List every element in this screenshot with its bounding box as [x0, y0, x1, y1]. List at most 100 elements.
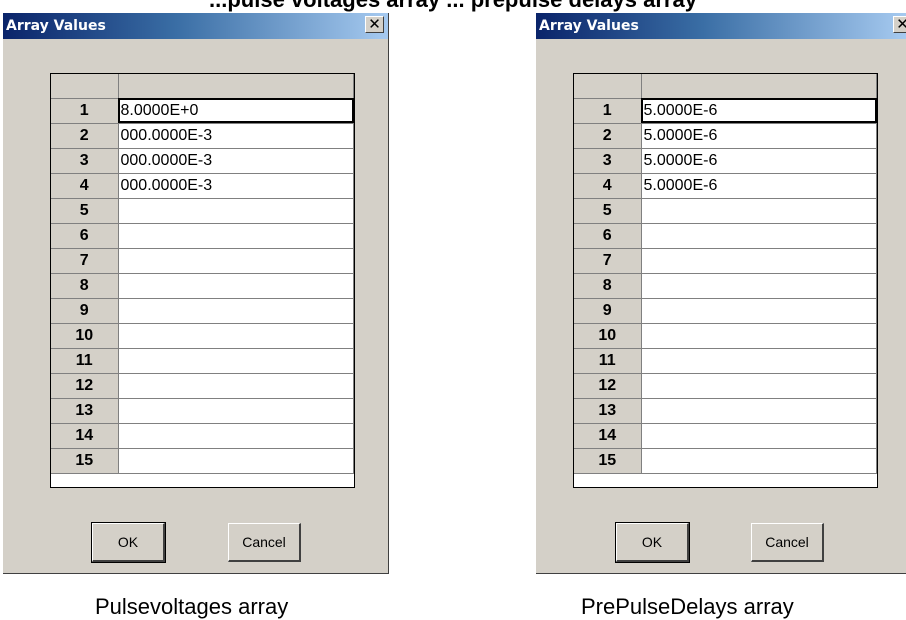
value-cell[interactable]: [641, 398, 877, 424]
row-number-cell: 12: [51, 373, 119, 399]
cancel-button[interactable]: Cancel: [228, 523, 301, 562]
table-row: 9: [574, 298, 877, 324]
value-cell[interactable]: 000.0000E-3: [118, 148, 354, 174]
value-cell[interactable]: [118, 198, 354, 224]
value-cell[interactable]: 5.0000E-6: [641, 173, 877, 199]
table-row: 4 5.0000E-6: [574, 173, 877, 199]
table-row: 7: [574, 248, 877, 274]
row-number-cell: 3: [574, 148, 642, 174]
value-cell[interactable]: 5.0000E-6: [641, 148, 877, 174]
dialog-title: Array Values: [6, 18, 106, 34]
value-cell[interactable]: [118, 373, 354, 399]
cropped-heading-text: ...pulse voltages array ... prepulse del…: [0, 0, 906, 13]
row-number-cell: 10: [574, 323, 642, 349]
table-row: 7: [51, 248, 354, 274]
row-number-cell: 11: [51, 348, 119, 374]
value-cell[interactable]: [118, 298, 354, 324]
row-number-cell: 15: [51, 448, 119, 474]
row-number-cell: 6: [574, 223, 642, 249]
table-row: 3 5.0000E-6: [574, 148, 877, 174]
value-cell[interactable]: 000.0000E-3: [118, 123, 354, 149]
cancel-button[interactable]: Cancel: [751, 523, 824, 562]
value-cell[interactable]: [118, 273, 354, 299]
row-number-cell: 8: [574, 273, 642, 299]
value-cell[interactable]: [118, 223, 354, 249]
row-number-cell: 13: [51, 398, 119, 424]
dialog-titlebar[interactable]: Array Values: [536, 13, 906, 39]
table-row: 5: [51, 198, 354, 224]
row-number-cell: 1: [574, 98, 642, 124]
table-row: 2 000.0000E-3: [51, 123, 354, 149]
table-row: 10: [51, 323, 354, 349]
table-row: 8: [574, 273, 877, 299]
value-cell[interactable]: [641, 273, 877, 299]
value-cell[interactable]: 5.0000E-6: [641, 98, 877, 124]
table-row: 13: [574, 398, 877, 424]
value-cell[interactable]: [641, 198, 877, 224]
table-row: 12: [574, 373, 877, 399]
value-cell[interactable]: [641, 423, 877, 449]
table-row: 15: [574, 448, 877, 474]
value-cell[interactable]: [641, 323, 877, 349]
row-number-cell: 10: [51, 323, 119, 349]
row-number-cell: 5: [574, 198, 642, 224]
value-cell[interactable]: [641, 248, 877, 274]
value-cell[interactable]: 000.0000E-3: [118, 173, 354, 199]
value-cell[interactable]: [118, 348, 354, 374]
array-grid: 1 5.0000E-6 2 5.0000E-6 3 5.0000E-6 4 5.0000E-6…: [573, 73, 878, 488]
table-row: 11: [574, 348, 877, 374]
array-table: 1 5.0000E-6 2 5.0000E-6 3 5.0000E-6 4 5.0000E-6…: [574, 74, 877, 474]
dialog-title: Array Values: [539, 18, 639, 34]
table-row: 6: [574, 223, 877, 249]
table-row: 11: [51, 348, 354, 374]
value-cell[interactable]: [118, 398, 354, 424]
table-row: 5: [574, 198, 877, 224]
value-cell[interactable]: 8.0000E+0: [118, 98, 354, 124]
table-row: 3 000.0000E-3: [51, 148, 354, 174]
table-row: 8: [51, 273, 354, 299]
value-cell[interactable]: [641, 298, 877, 324]
caption-prepulsedelays: PrePulseDelays array: [581, 594, 794, 619]
table-row: 4 000.0000E-3: [51, 173, 354, 199]
caption-pulsevoltages: Pulsevoltages array: [95, 594, 289, 619]
array-values-dialog-prepulsedelays: Array Values ✕ 15.0000E-625.0000E-635.00…: [536, 13, 906, 574]
close-icon[interactable]: ✕: [893, 16, 906, 33]
column-header-cell[interactable]: [118, 74, 354, 99]
dialog-titlebar[interactable]: Array Values: [3, 13, 388, 39]
table-row: 15: [51, 448, 354, 474]
table-row: 14: [51, 423, 354, 449]
value-cell[interactable]: [641, 223, 877, 249]
table-row: 1 8.0000E+0: [51, 98, 354, 124]
column-header-cell[interactable]: [641, 74, 877, 99]
value-cell[interactable]: [118, 323, 354, 349]
array-grid: 1 8.0000E+0 2 000.0000E-3 3 000.0000E-3 4 000.0…: [50, 73, 355, 488]
table-row: 2 5.0000E-6: [574, 123, 877, 149]
ok-button[interactable]: OK: [615, 522, 690, 563]
row-number-cell: 1: [51, 98, 119, 124]
row-number-cell: 12: [574, 373, 642, 399]
value-cell[interactable]: 5.0000E-6: [641, 123, 877, 149]
row-number-cell: 6: [51, 223, 119, 249]
array-table: 1 8.0000E+0 2 000.0000E-3 3 000.0000E-3 4 000.0…: [51, 74, 354, 474]
row-number-cell: 13: [574, 398, 642, 424]
grid-corner-cell: [574, 74, 642, 99]
value-cell[interactable]: [118, 423, 354, 449]
grid-header-row: [574, 74, 877, 99]
table-row: 10: [574, 323, 877, 349]
value-cell[interactable]: [118, 448, 354, 474]
value-cell[interactable]: [118, 248, 354, 274]
row-number-cell: 4: [574, 173, 642, 199]
value-cell[interactable]: [641, 348, 877, 374]
ok-button[interactable]: OK: [91, 522, 166, 563]
table-row: 9: [51, 298, 354, 324]
row-number-cell: 2: [51, 123, 119, 149]
value-cell[interactable]: [641, 373, 877, 399]
close-icon[interactable]: ✕: [365, 16, 384, 33]
row-number-cell: 14: [574, 423, 642, 449]
grid-corner-cell: [51, 74, 119, 99]
table-row: 13: [51, 398, 354, 424]
row-number-cell: 3: [51, 148, 119, 174]
row-number-cell: 4: [51, 173, 119, 199]
row-number-cell: 15: [574, 448, 642, 474]
value-cell[interactable]: [641, 448, 877, 474]
